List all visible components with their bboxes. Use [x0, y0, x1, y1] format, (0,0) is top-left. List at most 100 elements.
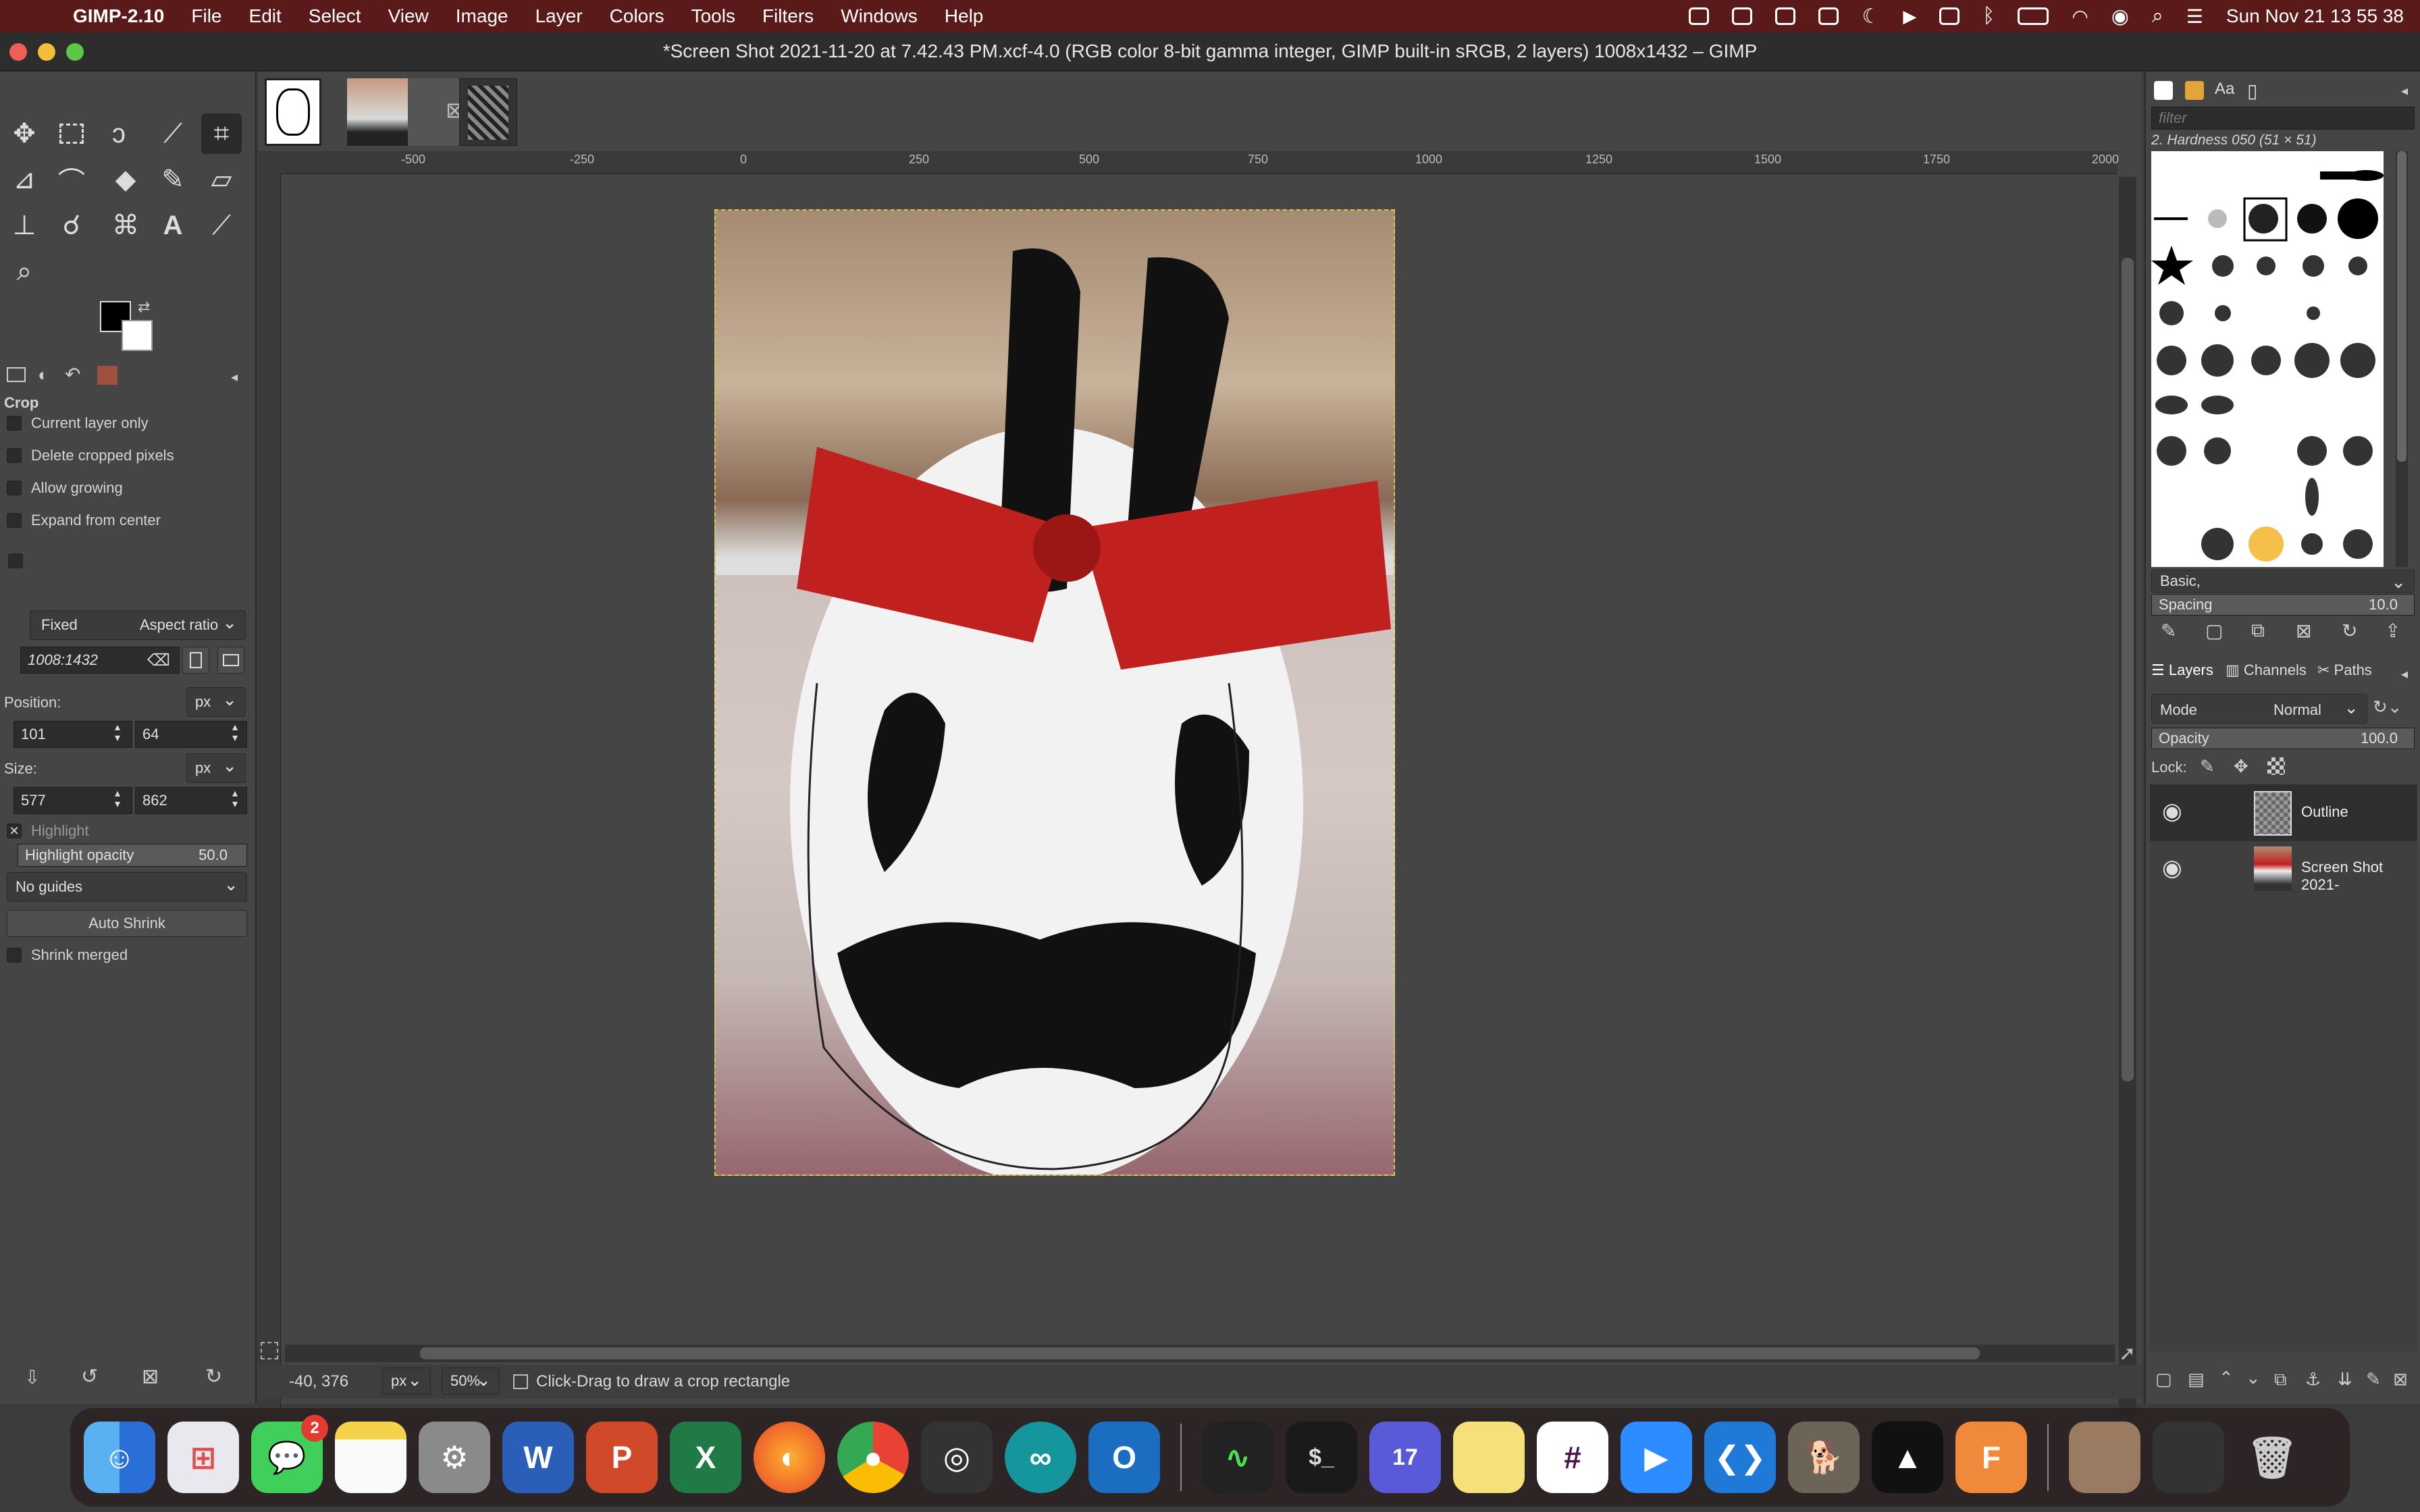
menu-tools[interactable]: Tools	[691, 5, 735, 27]
paintbrush-tool-icon[interactable]: ✎	[153, 159, 193, 200]
configure-brushes-icon[interactable]: ◂	[2401, 82, 2408, 99]
zoom-icon[interactable]: ▶	[1621, 1422, 1692, 1493]
activity-monitor-icon[interactable]: ∿	[1202, 1422, 1273, 1493]
guides-dropdown[interactable]: No guides	[7, 872, 247, 902]
image-tab-bw[interactable]	[459, 78, 517, 146]
terminal-icon[interactable]: $_	[1286, 1422, 1357, 1493]
menu-file[interactable]: File	[191, 5, 221, 27]
vertical-ruler[interactable]	[258, 174, 281, 1409]
trash-icon[interactable]: 🗑	[2236, 1422, 2308, 1493]
brush-grid[interactable]	[2151, 151, 2384, 567]
screen-icon[interactable]	[1732, 7, 1753, 25]
menu-windows[interactable]: Windows	[841, 5, 918, 27]
lock-position-icon[interactable]: ✥	[2234, 756, 2248, 777]
background-color-swatch[interactable]	[122, 320, 153, 351]
bluetooth-icon[interactable]: ᛒ	[1982, 5, 1995, 28]
tool-options-tab-icon[interactable]	[7, 367, 26, 382]
crop-tool-icon[interactable]: ⌗	[201, 113, 242, 154]
control-center-icon[interactable]: ☰	[2186, 5, 2203, 28]
fonts-tab-icon[interactable]: Aa	[2215, 80, 2234, 99]
photo-stack-icon[interactable]	[2069, 1422, 2140, 1493]
size-h-input[interactable]: 862	[135, 787, 247, 814]
transform-tool-icon[interactable]: ⊿	[4, 159, 45, 200]
brush-grid-scroll-thumb[interactable]	[2397, 151, 2406, 462]
quickmask-icon[interactable]	[261, 1342, 278, 1359]
close-window-button[interactable]	[9, 43, 27, 61]
inkscape-icon[interactable]: ▲	[1872, 1422, 1943, 1493]
document-history-tab-icon[interactable]: ▯	[2247, 80, 2257, 102]
duplicate-brush-icon[interactable]: ⧉	[2251, 620, 2265, 642]
expand-center-checkbox[interactable]	[7, 513, 22, 528]
landscape-button[interactable]	[217, 647, 244, 674]
menu-image[interactable]: Image	[456, 5, 508, 27]
cancel-icon[interactable]	[513, 1374, 528, 1389]
auto-shrink-button[interactable]: Auto Shrink	[7, 910, 247, 937]
layer-name[interactable]: Screen Shot 2021-	[2301, 859, 2417, 894]
clone-tool-icon[interactable]: ⊥	[4, 205, 45, 246]
ruler-corner[interactable]	[258, 151, 281, 174]
minimize-window-button[interactable]	[38, 43, 55, 61]
system-preferences-icon[interactable]: ⚙	[419, 1422, 490, 1493]
search-icon[interactable]: ⌕	[2152, 5, 2163, 28]
position-x-spinner[interactable]: ▴ ▾	[115, 722, 120, 744]
new-layer-icon[interactable]: ▢	[2155, 1369, 2172, 1390]
horizontal-ruler[interactable]: -500 -250 0 250 500 750 1000 1250 1500 1…	[281, 151, 2119, 174]
menu-colors[interactable]: Colors	[610, 5, 664, 27]
refresh-brushes-icon[interactable]: ↻	[2342, 620, 2357, 642]
zoom-window-button[interactable]	[66, 43, 84, 61]
layer-row[interactable]: ◉ Screen Shot 2021-	[2150, 841, 2417, 895]
arduino-icon[interactable]: ∞	[1005, 1422, 1076, 1493]
brush-filter-input[interactable]: filter	[2151, 107, 2415, 130]
five-icon[interactable]	[1818, 7, 1839, 25]
vscode-icon[interactable]: ❮❯	[1704, 1422, 1776, 1493]
horizontal-scroll-thumb[interactable]	[420, 1347, 1980, 1359]
outlook-icon[interactable]: O	[1088, 1422, 1160, 1493]
warp-tool-icon[interactable]: ⌒	[51, 159, 92, 200]
shrink-merged-option[interactable]: Shrink merged	[7, 946, 128, 964]
size-h-spinner[interactable]: ▴ ▾	[232, 788, 238, 810]
bucket-fill-tool-icon[interactable]: ◆	[105, 159, 146, 200]
powerpoint-icon[interactable]: P	[586, 1422, 658, 1493]
delete-cropped-checkbox[interactable]	[7, 448, 22, 463]
patterns-tab-icon[interactable]	[2185, 81, 2204, 100]
delete-cropped-option[interactable]: Delete cropped pixels	[7, 447, 174, 464]
chrome-icon[interactable]: ●	[837, 1422, 909, 1493]
video-icon[interactable]	[1689, 7, 1710, 25]
raise-layer-icon[interactable]: ⌃	[2219, 1368, 2234, 1388]
excel-icon[interactable]: X	[670, 1422, 741, 1493]
eye-icon[interactable]: ◉	[2162, 855, 2182, 882]
navigate-icon[interactable]: ➚	[2119, 1342, 2136, 1366]
user-icon[interactable]: ◉	[2111, 5, 2129, 28]
play-icon[interactable]: ▶	[1903, 6, 1916, 27]
merge-layer-icon[interactable]: ⇊	[2338, 1369, 2352, 1390]
brush-as-image-icon[interactable]: ⇪	[2385, 620, 2400, 642]
firefox-icon[interactable]: ◐	[754, 1422, 825, 1493]
messages-icon[interactable]: 💬 2	[251, 1415, 328, 1493]
lock-pixels-icon[interactable]: ✎	[2200, 756, 2215, 777]
app-menu[interactable]: GIMP-2.10	[73, 5, 164, 27]
clear-ratio-icon[interactable]: ⌫	[147, 651, 170, 670]
stickies-icon[interactable]	[1453, 1422, 1525, 1493]
swap-colors-icon[interactable]: ⇄	[138, 298, 150, 316]
downloads-stack-icon[interactable]	[2153, 1422, 2224, 1493]
text-tool-icon[interactable]: A	[153, 205, 193, 246]
current-layer-only-option[interactable]: Current layer only	[7, 414, 149, 432]
layer-name[interactable]: Outline	[2301, 803, 2348, 821]
undo-history-tab-icon[interactable]: ↶	[65, 363, 80, 385]
canvas-image[interactable]	[714, 209, 1395, 1176]
delete-layer-icon[interactable]: ⊠	[2393, 1369, 2408, 1390]
portrait-button[interactable]	[182, 647, 209, 674]
delete-options-icon[interactable]: ⊠	[142, 1365, 159, 1388]
fuzzy-select-tool-icon[interactable]: ⟋	[153, 113, 193, 154]
save-options-icon[interactable]: ⇩	[24, 1366, 40, 1388]
highlight-option[interactable]: ✕ Highlight	[7, 822, 89, 840]
allow-growing-option[interactable]: Allow growing	[7, 479, 123, 497]
free-select-tool-icon[interactable]: ↄ	[99, 113, 139, 154]
horizontal-scrollbar[interactable]	[285, 1345, 2115, 1362]
gimp-icon[interactable]: 🐕	[1788, 1422, 1860, 1493]
compressor-icon[interactable]: ◎	[921, 1422, 993, 1493]
expand-center-option[interactable]: Expand from center	[7, 512, 161, 529]
bi-icon[interactable]	[1775, 7, 1796, 25]
keyboard-icon[interactable]	[1939, 7, 1960, 25]
mode-reset-icon[interactable]: ↻⌄	[2373, 697, 2402, 718]
